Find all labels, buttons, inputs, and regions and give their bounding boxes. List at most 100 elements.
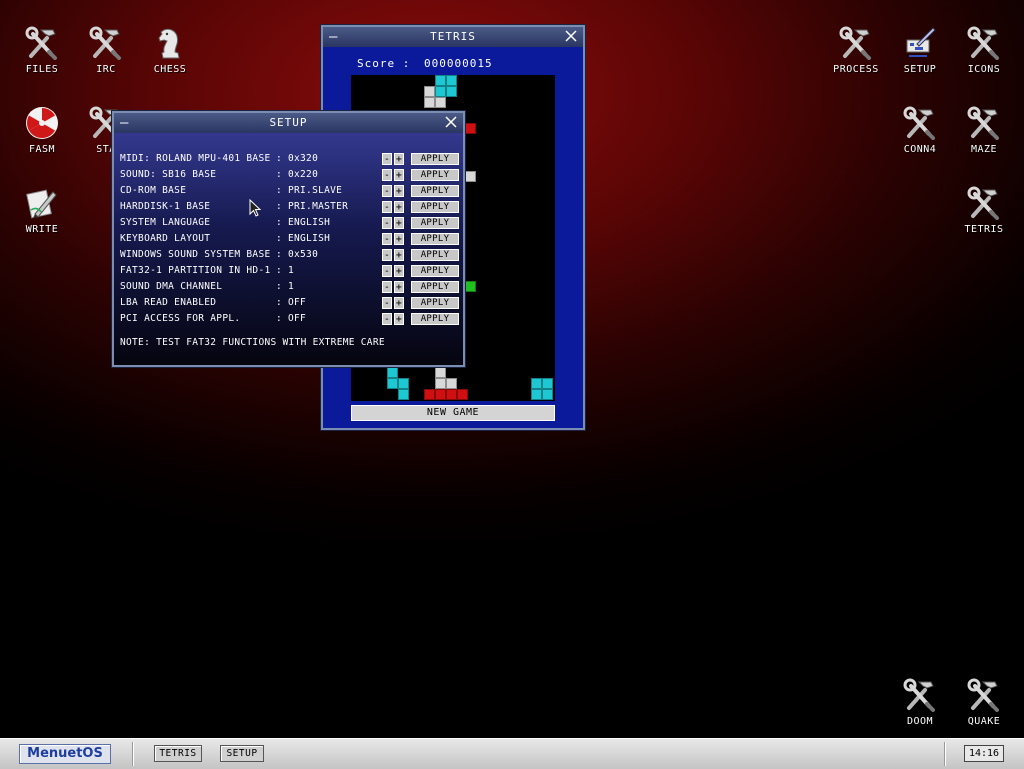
desktop-icon-setup[interactable]: SETUP bbox=[890, 26, 950, 75]
apply-button[interactable]: APPLY bbox=[411, 169, 459, 181]
minimize-button[interactable]: – bbox=[329, 27, 338, 47]
apply-button[interactable]: APPLY bbox=[411, 313, 459, 325]
setup-note: NOTE: TEST FAT32 FUNCTIONS WITH EXTREME … bbox=[120, 337, 385, 348]
tools-icon bbox=[902, 106, 938, 140]
icon-label: IRC bbox=[96, 64, 116, 75]
setting-name: KEYBOARD LAYOUT bbox=[120, 233, 211, 244]
taskbar-item-setup[interactable]: SETUP bbox=[220, 745, 264, 762]
setup-row: CD-ROM BASE: PRI.SLAVE - + APPLY bbox=[120, 185, 460, 199]
tools-icon bbox=[966, 26, 1002, 60]
icon-label: MAZE bbox=[970, 144, 998, 155]
increment-button[interactable]: + bbox=[394, 169, 404, 181]
apply-button[interactable]: APPLY bbox=[411, 249, 459, 261]
setting-name: SOUND: SB16 BASE bbox=[120, 169, 217, 180]
setting-name: WINDOWS SOUND SYSTEM BASE bbox=[120, 249, 271, 260]
decrement-button[interactable]: - bbox=[382, 217, 392, 229]
apply-button[interactable]: APPLY bbox=[411, 217, 459, 229]
decrement-button[interactable]: - bbox=[382, 265, 392, 277]
chess-knight-icon bbox=[152, 26, 188, 60]
increment-button[interactable]: + bbox=[394, 233, 404, 245]
setting-value: 1 bbox=[288, 265, 295, 276]
apply-button[interactable]: APPLY bbox=[411, 265, 459, 277]
setting-name: SOUND DMA CHANNEL bbox=[120, 281, 223, 292]
pen-icon bbox=[24, 186, 60, 220]
tetris-block bbox=[424, 97, 435, 108]
setup-row: KEYBOARD LAYOUT: ENGLISH - + APPLY bbox=[120, 233, 460, 247]
decrement-button[interactable]: - bbox=[382, 281, 392, 293]
setting-colon: : bbox=[276, 169, 283, 180]
setup-row: MIDI: ROLAND MPU-401 BASE:0x320 - + APPLY bbox=[120, 153, 460, 167]
increment-button[interactable]: + bbox=[394, 201, 404, 213]
setup-row: SOUND: SB16 BASE:0x220 - + APPLY bbox=[120, 169, 460, 183]
increment-button[interactable]: + bbox=[394, 281, 404, 293]
setting-colon: : bbox=[276, 297, 283, 308]
setting-name: LBA READ ENABLED bbox=[120, 297, 217, 308]
setting-value: PRI.MASTER bbox=[288, 201, 349, 212]
close-icon[interactable] bbox=[444, 115, 458, 129]
increment-button[interactable]: + bbox=[394, 217, 404, 229]
close-icon[interactable] bbox=[564, 29, 578, 43]
setting-name: FAT32-1 PARTITION IN HD-1 bbox=[120, 265, 271, 276]
desktop-icon-irc[interactable]: IRC bbox=[76, 26, 136, 75]
apply-button[interactable]: APPLY bbox=[411, 297, 459, 309]
icon-label: CONN4 bbox=[903, 144, 937, 155]
decrement-button[interactable]: - bbox=[382, 297, 392, 309]
taskbar-separator bbox=[944, 742, 946, 766]
desktop-icon-write[interactable]: WRITE bbox=[12, 186, 72, 235]
tetris-block bbox=[398, 378, 409, 389]
setting-colon: : bbox=[276, 201, 283, 212]
taskbar-item-tetris[interactable]: TETRIS bbox=[154, 745, 202, 762]
score-display: Score : 000000015 bbox=[357, 57, 493, 70]
increment-button[interactable]: + bbox=[394, 185, 404, 197]
decrement-button[interactable]: - bbox=[382, 153, 392, 165]
tetris-block bbox=[424, 86, 435, 97]
apply-button[interactable]: APPLY bbox=[411, 233, 459, 245]
apply-button[interactable]: APPLY bbox=[411, 185, 459, 197]
desktop-icon-files[interactable]: FILES bbox=[12, 26, 72, 75]
decrement-button[interactable]: - bbox=[382, 185, 392, 197]
tetris-block bbox=[542, 389, 553, 400]
desktop-icon-conn4[interactable]: CONN4 bbox=[890, 106, 950, 155]
tetris-block bbox=[457, 389, 468, 400]
increment-button[interactable]: + bbox=[394, 297, 404, 309]
window-title: SETUP bbox=[269, 116, 308, 129]
setup-row: HARDDISK-1 BASE: PRI.MASTER - + APPLY bbox=[120, 201, 460, 215]
apply-button[interactable]: APPLY bbox=[411, 153, 459, 165]
desktop-icon-doom[interactable]: DOOM bbox=[890, 678, 950, 727]
decrement-button[interactable]: - bbox=[382, 169, 392, 181]
setting-colon: : bbox=[276, 185, 283, 196]
increment-button[interactable]: + bbox=[394, 153, 404, 165]
tetris-block bbox=[398, 389, 409, 400]
new-game-button[interactable]: NEW GAME bbox=[351, 405, 555, 421]
decrement-button[interactable]: - bbox=[382, 233, 392, 245]
setting-name: SYSTEM LANGUAGE bbox=[120, 217, 211, 228]
desktop-icon-quake[interactable]: QUAKE bbox=[954, 678, 1014, 727]
setting-name: PCI ACCESS FOR APPL. bbox=[120, 313, 241, 324]
tetris-block bbox=[465, 281, 476, 292]
tetris-block bbox=[446, 389, 457, 400]
desktop-icon-maze[interactable]: MAZE bbox=[954, 106, 1014, 155]
setup-titlebar[interactable]: – SETUP bbox=[114, 113, 463, 133]
decrement-button[interactable]: - bbox=[382, 201, 392, 213]
desktop-icon-process[interactable]: PROCESS bbox=[826, 26, 886, 75]
setup-window[interactable]: – SETUP MIDI: ROLAND MPU-401 BASE:0x320-… bbox=[112, 111, 465, 367]
tetris-block bbox=[435, 97, 446, 108]
desktop-icon-chess[interactable]: CHESS bbox=[140, 26, 200, 75]
desktop-icon-icons[interactable]: ICONS bbox=[954, 26, 1014, 75]
desktop-icon-fasm[interactable]: FASM bbox=[12, 106, 72, 155]
increment-button[interactable]: + bbox=[394, 313, 404, 325]
apply-button[interactable]: APPLY bbox=[411, 281, 459, 293]
increment-button[interactable]: + bbox=[394, 249, 404, 261]
minimize-button[interactable]: – bbox=[120, 113, 129, 133]
decrement-button[interactable]: - bbox=[382, 249, 392, 261]
setting-value: 0x530 bbox=[288, 249, 319, 260]
tetris-titlebar[interactable]: – TETRIS bbox=[323, 27, 583, 47]
apply-button[interactable]: APPLY bbox=[411, 201, 459, 213]
setting-colon: : bbox=[276, 217, 283, 228]
setup-row: SOUND DMA CHANNEL:1 - + APPLY bbox=[120, 281, 460, 295]
increment-button[interactable]: + bbox=[394, 265, 404, 277]
decrement-button[interactable]: - bbox=[382, 313, 392, 325]
desktop-icon-tetris[interactable]: TETRIS bbox=[954, 186, 1014, 235]
start-menu-button[interactable]: MenuetOS bbox=[19, 744, 111, 764]
setup-row: SYSTEM LANGUAGE: ENGLISH - + APPLY bbox=[120, 217, 460, 231]
